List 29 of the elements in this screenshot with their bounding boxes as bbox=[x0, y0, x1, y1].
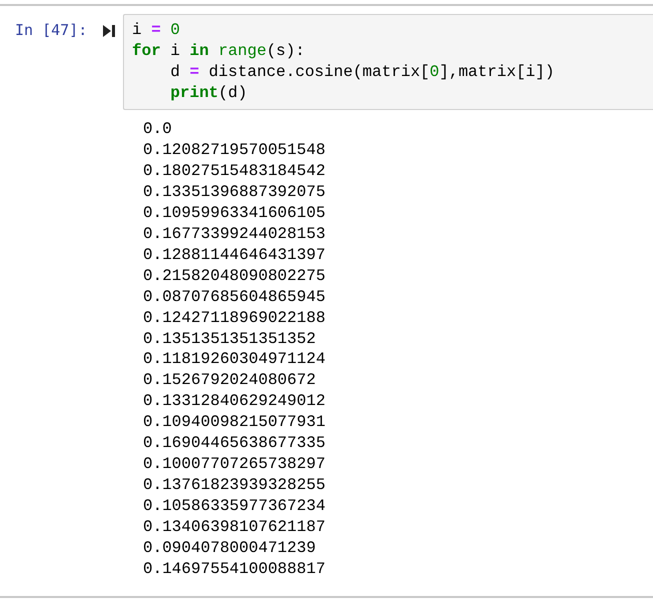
output-line: 0.10959963341606105 bbox=[143, 202, 326, 224]
code-line: i = 0 bbox=[132, 20, 180, 41]
output-line: 0.0 bbox=[143, 119, 172, 140]
output-line: 0.16904465638677335 bbox=[143, 433, 326, 454]
output-line: 0.16773399244028153 bbox=[143, 224, 326, 245]
output-line: 0.10007707265738297 bbox=[143, 454, 326, 476]
output-line: 0.10940098215077931 bbox=[143, 412, 326, 434]
code-line: for i in range(s): bbox=[132, 41, 305, 62]
run-icon[interactable] bbox=[102, 24, 116, 38]
output-line: 0.13351396887392075 bbox=[143, 182, 326, 203]
code-line: print(d) bbox=[170, 83, 248, 104]
code-input-field[interactable]: i = 0 for i in range(s): d = distance.cosine(matrix[0],matrix[i]) print(d) bbox=[123, 14, 653, 110]
output-line: 0.14697554100088817 bbox=[143, 559, 326, 580]
output-line: 0.18027515483184542 bbox=[143, 160, 326, 182]
output-line: 0.08707685604865945 bbox=[143, 286, 326, 308]
output-line: 0.13312840629249012 bbox=[143, 391, 326, 412]
output-line: 0.12082719570051548 bbox=[143, 140, 326, 161]
output-line: 0.0904078000471239 bbox=[143, 538, 316, 560]
output-line: 0.12881144646431397 bbox=[143, 244, 326, 266]
output-line: 0.1351351351351352 bbox=[143, 328, 316, 350]
output-line: 0.12427118969022188 bbox=[143, 308, 326, 329]
cell-prompt: In [47]: bbox=[14, 20, 88, 41]
code-line: d = distance.cosine(matrix[0],matrix[i]) bbox=[170, 62, 554, 83]
output-line: 0.1526792024080672 bbox=[143, 370, 316, 392]
output-line: 0.13761823939328255 bbox=[143, 475, 326, 496]
output-line: 0.21582048090802275 bbox=[143, 266, 326, 287]
output-line: 0.13406398107621187 bbox=[143, 517, 326, 538]
output-line: 0.10586335977367234 bbox=[143, 496, 326, 518]
output-line: 0.11819260304971124 bbox=[143, 349, 326, 370]
